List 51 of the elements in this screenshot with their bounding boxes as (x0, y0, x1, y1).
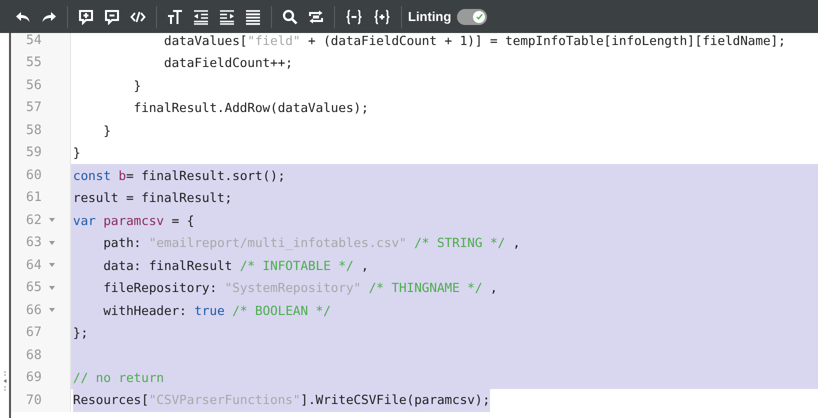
code-line: dataValues["field" + (dataFieldCount + 1)] = tempInfoTable[infoLength][fieldName]; (162, 33, 786, 48)
code-line: } (102, 122, 111, 138)
line-number: 64 (26, 258, 43, 273)
fold-arrow-icon[interactable] (49, 218, 55, 222)
remove-comment-icon[interactable] (104, 8, 120, 24)
line-number: 57 (26, 100, 43, 116)
code-line: dataFieldCount++; (162, 55, 293, 70)
fold-arrow-icon[interactable] (49, 308, 55, 312)
line-number: 56 (26, 78, 43, 93)
line-number: 67 (26, 325, 43, 340)
code-line: var paramcsv = { (73, 212, 194, 228)
line-number: 54 (26, 33, 43, 48)
fold-arrow-icon[interactable] (49, 263, 55, 268)
code-line: } (73, 145, 81, 160)
code-line: result = finalResult; (73, 190, 232, 206)
code-line: fileRepository: "SystemRepository" /* THINGNAME */ , (102, 280, 498, 296)
code-line: withHeader: true /* BOOLEAN */ (102, 302, 331, 318)
line-number: 60 (26, 168, 43, 183)
fold-arrow-icon[interactable] (49, 240, 55, 245)
indent-icon[interactable] (219, 8, 235, 24)
linting-toggle[interactable] (457, 8, 488, 24)
fold-arrow-icon[interactable] (49, 286, 55, 290)
check-icon (474, 12, 484, 21)
collapse-icon[interactable] (345, 8, 363, 24)
add-comment-icon[interactable] (78, 8, 94, 24)
code-line: path: "emailreport/multi_infotables.csv" /* STRING */ , (102, 235, 520, 250)
search-icon[interactable] (282, 8, 298, 24)
code-line: const b= finalResult.sort(); (73, 168, 286, 183)
line-number: 69 (26, 370, 43, 386)
line-number: 68 (26, 348, 43, 363)
line-number: 65 (26, 280, 43, 296)
line-number: 66 (26, 302, 43, 318)
justify-icon[interactable] (245, 8, 261, 24)
line-number: 62 (26, 212, 43, 228)
line-number: 59 (26, 145, 43, 160)
expand-icon[interactable] (373, 8, 391, 24)
line-number: 55 (26, 55, 43, 70)
code-line: } (132, 78, 142, 93)
outdent-icon[interactable] (193, 8, 209, 24)
line-number: 61 (26, 190, 43, 206)
code-line: finalResult.AddRow(dataValues); (132, 100, 369, 116)
line-number: 63 (26, 235, 43, 250)
code-line: data: finalResult /* INFOTABLE */ , (102, 258, 369, 273)
linting-label: Linting (408, 9, 452, 24)
text-size-icon[interactable] (167, 8, 183, 24)
line-number: 70 (26, 392, 43, 408)
code-line: // no return (73, 370, 164, 386)
line-number: 58 (26, 122, 43, 138)
code-line: }; (73, 325, 88, 340)
replace-icon[interactable] (308, 8, 324, 24)
splitter-handle-icon[interactable] (2, 370, 6, 392)
